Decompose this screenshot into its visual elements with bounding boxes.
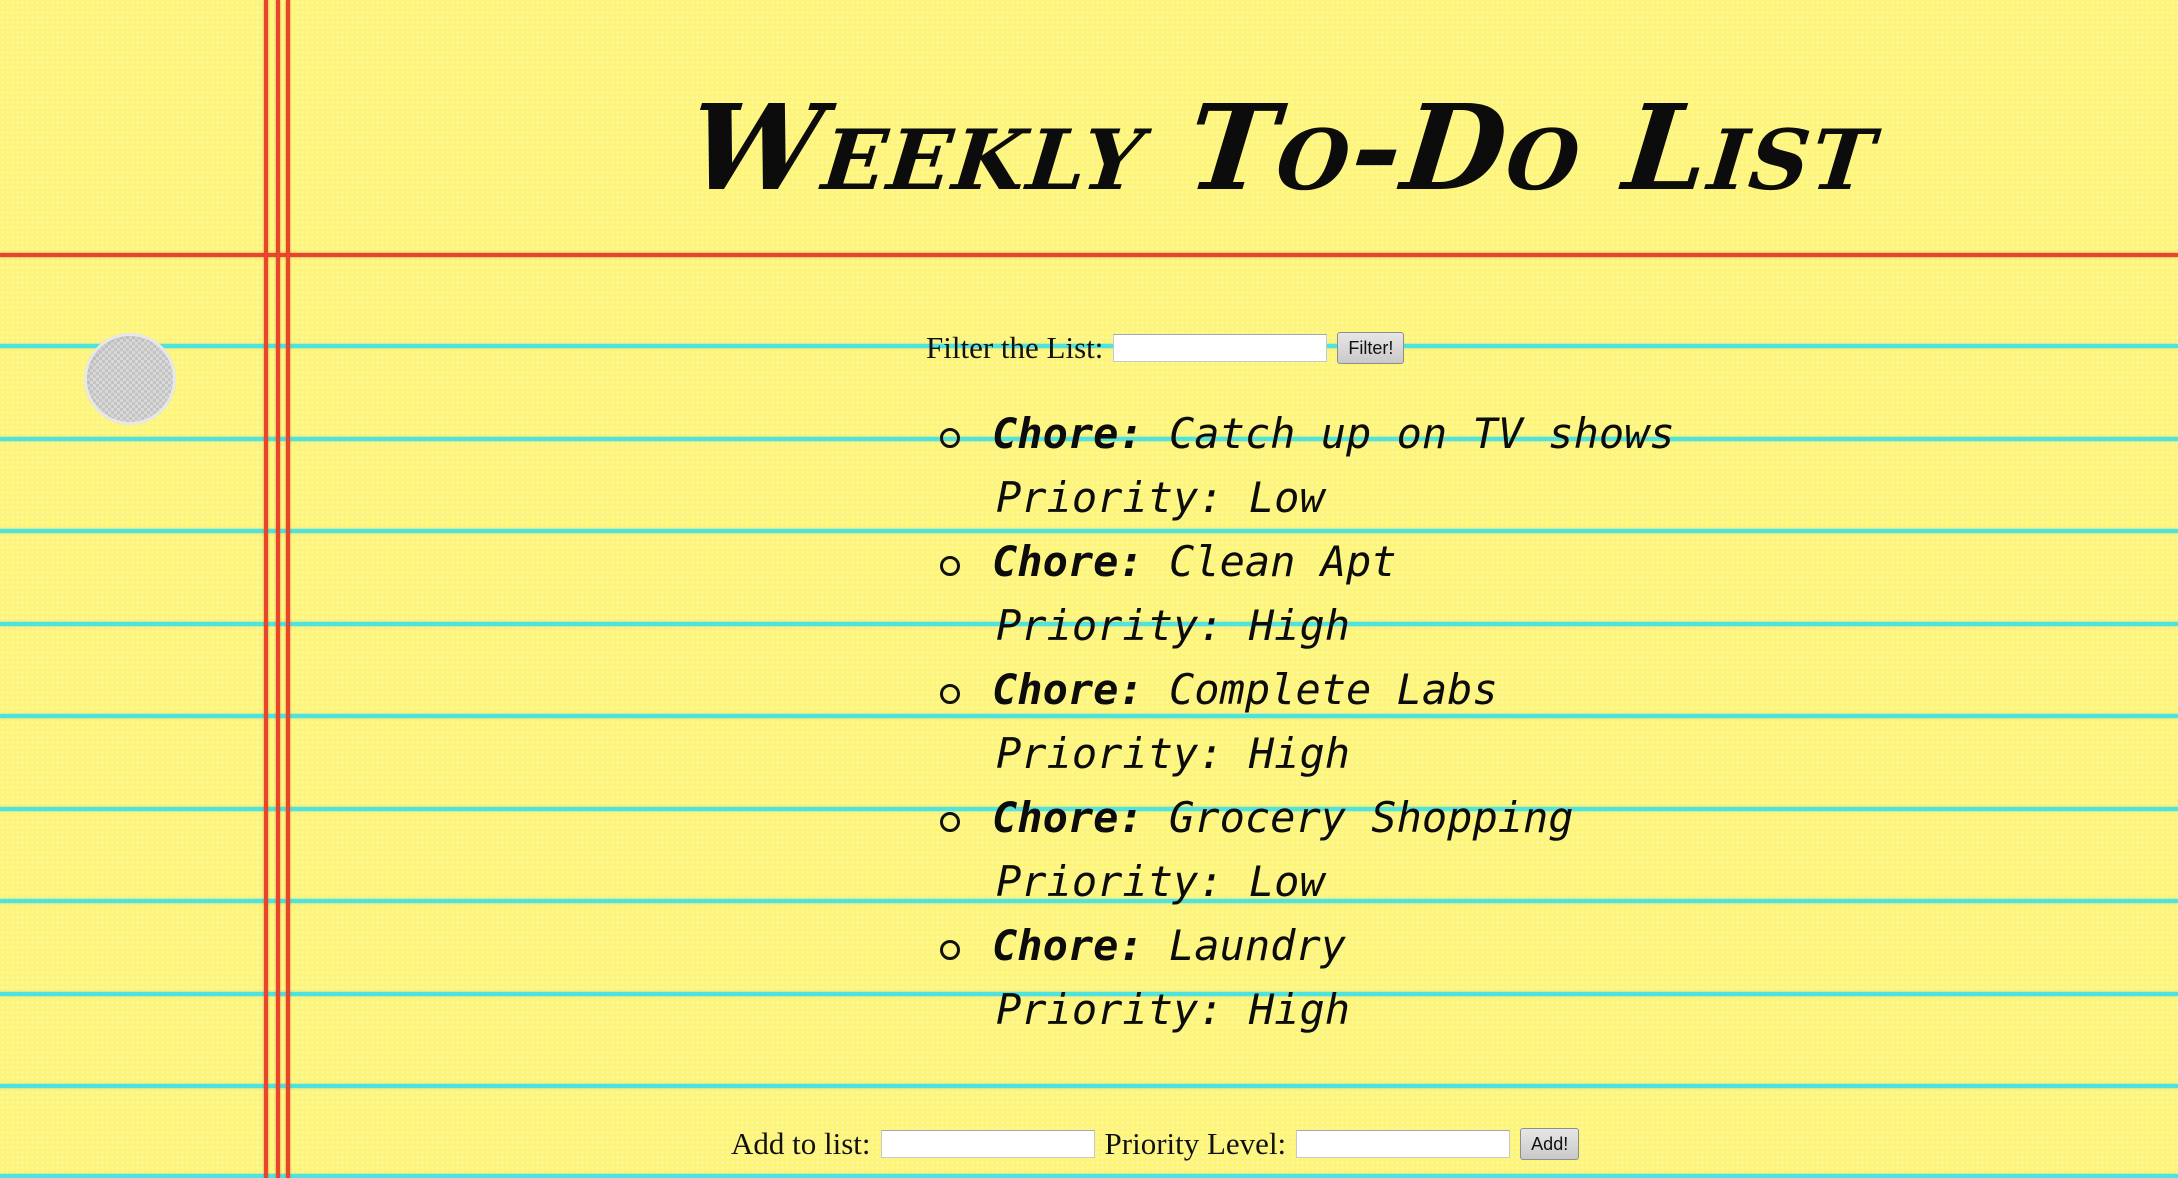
chore-text: Clean Apt xyxy=(1169,537,1397,586)
priority-line: Priority: High xyxy=(996,978,1675,1042)
priority-value: Low xyxy=(1248,857,1325,906)
priority-line: Priority: Low xyxy=(996,850,1675,914)
chore-text: Complete Labs xyxy=(1169,665,1498,714)
priority-level-label: Priority Level: xyxy=(1104,1126,1287,1161)
filter-label: Filter the List: xyxy=(926,330,1104,365)
bullet-icon xyxy=(940,940,960,960)
priority-line: Priority: High xyxy=(996,722,1675,786)
priority-line: Priority: High xyxy=(996,594,1675,658)
header-margin-line xyxy=(0,253,2178,257)
add-form: Add to list: Priority Level: Add! xyxy=(731,1126,1580,1162)
chore-label: Chore: xyxy=(992,793,1144,842)
todo-item: Chore: Catch up on TV shows Priority: Lo… xyxy=(940,402,1675,530)
priority-value: High xyxy=(1248,729,1351,778)
priority-value: High xyxy=(1248,601,1351,650)
chore-label: Chore: xyxy=(992,665,1144,714)
priority-level-input[interactable] xyxy=(1296,1130,1511,1158)
page-title: Weekly To-Do List xyxy=(682,78,1885,217)
bullet-icon xyxy=(940,684,960,704)
priority-label: Priority: xyxy=(996,985,1224,1034)
add-item-label: Add to list: xyxy=(731,1126,871,1161)
punch-hole-icon xyxy=(84,333,176,425)
priority-value: Low xyxy=(1248,473,1325,522)
chore-line: Chore: Grocery Shopping xyxy=(992,786,1675,850)
rule-line xyxy=(0,1084,2178,1088)
margin-line xyxy=(286,0,290,1178)
chore-line: Chore: Laundry xyxy=(992,914,1675,978)
add-item-input[interactable] xyxy=(880,1130,1095,1158)
chore-text: Laundry xyxy=(1169,921,1347,970)
priority-label: Priority: xyxy=(996,729,1224,778)
filter-input[interactable] xyxy=(1113,334,1328,362)
chore-line: Chore: Complete Labs xyxy=(992,658,1675,722)
priority-label: Priority: xyxy=(996,857,1224,906)
chore-text: Catch up on TV shows xyxy=(1169,409,1675,458)
bullet-icon xyxy=(940,428,960,448)
chore-label: Chore: xyxy=(992,921,1144,970)
rule-line xyxy=(0,1174,2178,1178)
priority-line: Priority: Low xyxy=(996,466,1675,530)
filter-button[interactable]: Filter! xyxy=(1337,332,1405,364)
chore-line: Chore: Catch up on TV shows xyxy=(992,402,1675,466)
chore-label: Chore: xyxy=(992,409,1144,458)
todo-list: Chore: Catch up on TV shows Priority: Lo… xyxy=(940,402,1675,1042)
bullet-icon xyxy=(940,812,960,832)
priority-label: Priority: xyxy=(996,601,1224,650)
todo-item: Chore: Grocery Shopping Priority: Low xyxy=(940,786,1675,914)
priority-value: High xyxy=(1248,985,1351,1034)
todo-item: Chore: Complete Labs Priority: High xyxy=(940,658,1675,786)
bullet-icon xyxy=(940,556,960,576)
add-button[interactable]: Add! xyxy=(1520,1128,1580,1160)
chore-label: Chore: xyxy=(992,537,1144,586)
margin-line xyxy=(276,0,280,1178)
todo-item: Chore: Clean Apt Priority: High xyxy=(940,530,1675,658)
todo-item: Chore: Laundry Priority: High xyxy=(940,914,1675,1042)
chore-line: Chore: Clean Apt xyxy=(992,530,1675,594)
filter-form: Filter the List: Filter! xyxy=(926,330,1405,366)
margin-line xyxy=(264,0,268,1178)
priority-label: Priority: xyxy=(996,473,1224,522)
chore-text: Grocery Shopping xyxy=(1169,793,1574,842)
